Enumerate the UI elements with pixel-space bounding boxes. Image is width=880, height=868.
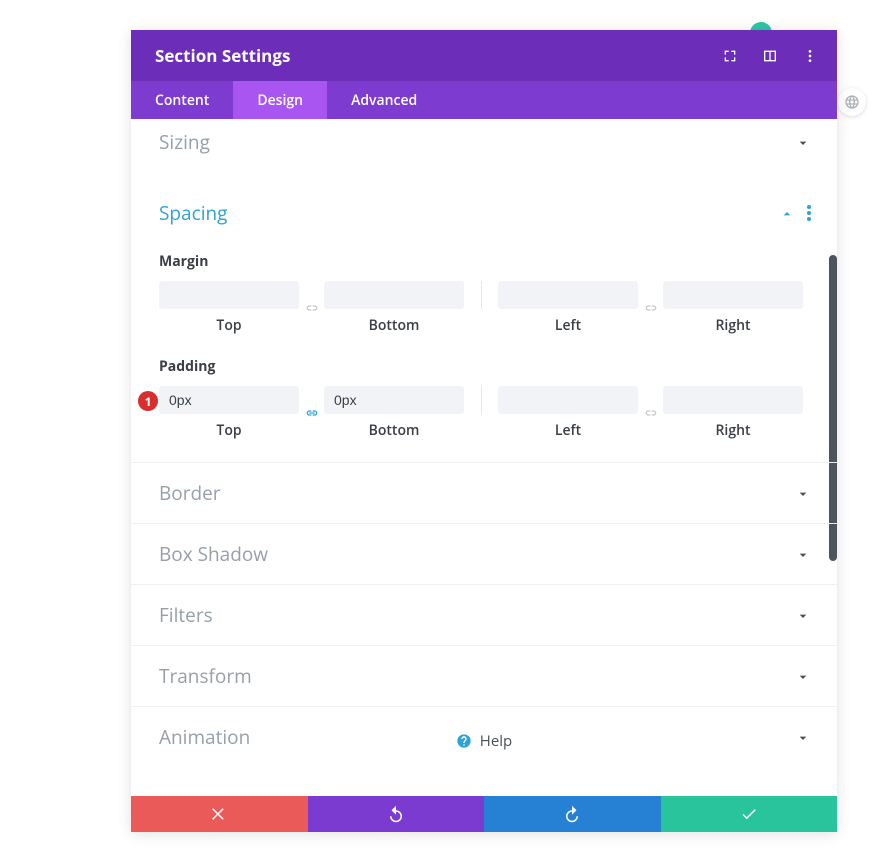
globe-icon[interactable] (838, 88, 866, 116)
margin-row: Top Bottom (159, 281, 809, 335)
modal-header: Section Settings (131, 30, 837, 81)
chevron-down-icon (795, 668, 811, 684)
margin-bottom-input[interactable] (324, 281, 464, 309)
tab-content[interactable]: Content (131, 81, 233, 119)
modal-title: Section Settings (155, 44, 721, 67)
section-toggle-border[interactable]: Border (131, 463, 837, 523)
section-title-border: Border (159, 480, 795, 506)
section-title-box-shadow: Box Shadow (159, 541, 795, 567)
expand-icon[interactable] (721, 47, 739, 65)
columns-icon[interactable] (761, 47, 779, 65)
padding-right-input[interactable] (663, 386, 803, 414)
section-settings-modal: Section Settings Content Design Advanced (131, 30, 837, 832)
modal-footer (131, 796, 837, 832)
save-button[interactable] (661, 796, 838, 832)
redo-icon (563, 805, 581, 823)
tabs-bar: Content Design Advanced (131, 81, 837, 119)
margin-right-label: Right (715, 316, 750, 335)
link-icon[interactable] (638, 294, 663, 322)
section-toggle-transform[interactable]: Transform (131, 646, 837, 706)
section-title-filters: Filters (159, 602, 795, 628)
padding-lr-pair: Left Right (498, 386, 803, 440)
vertical-divider (481, 281, 482, 309)
section-toggle-spacing[interactable]: Spacing (131, 172, 837, 230)
padding-bottom-input[interactable] (324, 386, 464, 414)
section-title-sizing: Sizing (159, 129, 795, 155)
margin-label: Margin (159, 252, 809, 271)
undo-icon (387, 805, 405, 823)
cancel-button[interactable] (131, 796, 308, 832)
annotation-badge-1: 1 (138, 391, 158, 411)
margin-top-input[interactable] (159, 281, 299, 309)
margin-bottom-label: Bottom (369, 316, 420, 335)
chevron-down-icon (795, 485, 811, 501)
section-toggle-box-shadow[interactable]: Box Shadow (131, 524, 837, 584)
padding-right-label: Right (715, 421, 750, 440)
header-icons (721, 47, 819, 65)
padding-top-input[interactable] (159, 386, 299, 414)
chevron-down-icon (795, 607, 811, 623)
chevron-up-icon (779, 205, 795, 221)
check-icon (740, 805, 758, 823)
design-panel-list: Sizing Spacing Margin Top (131, 119, 837, 796)
link-icon[interactable] (299, 399, 324, 427)
redo-button[interactable] (484, 796, 661, 832)
link-icon[interactable] (299, 294, 324, 322)
help-icon (456, 733, 472, 749)
help-link[interactable]: Help (131, 731, 837, 751)
undo-button[interactable] (308, 796, 485, 832)
modal-container: Section Settings Content Design Advanced (0, 0, 880, 868)
margin-top-label: Top (216, 316, 241, 335)
margin-left-input[interactable] (498, 281, 638, 309)
margin-tb-pair: Top Bottom (159, 281, 464, 335)
padding-label: Padding (159, 357, 809, 376)
chevron-down-icon (795, 134, 811, 150)
link-icon[interactable] (638, 399, 663, 427)
margin-right-input[interactable] (663, 281, 803, 309)
padding-top-label: Top (216, 421, 241, 440)
padding-left-input[interactable] (498, 386, 638, 414)
settings-body: Sizing Spacing Margin Top (131, 119, 837, 796)
padding-row: 1 Top Bottom (159, 386, 809, 440)
help-label: Help (480, 731, 512, 751)
section-title-spacing: Spacing (159, 200, 779, 226)
kebab-menu-icon[interactable] (801, 47, 819, 65)
section-toggle-sizing[interactable]: Sizing (131, 119, 837, 172)
section-kebab-icon[interactable] (807, 205, 811, 221)
spacing-controls: Margin Top Bottom (131, 252, 837, 462)
margin-lr-pair: Left Right (498, 281, 803, 335)
padding-bottom-label: Bottom (369, 421, 420, 440)
tab-advanced[interactable]: Advanced (327, 81, 441, 119)
padding-left-label: Left (555, 421, 581, 440)
chevron-down-icon (795, 546, 811, 562)
section-title-transform: Transform (159, 663, 795, 689)
section-toggle-filters[interactable]: Filters (131, 585, 837, 645)
vertical-divider (481, 386, 482, 414)
tab-design[interactable]: Design (233, 81, 327, 119)
padding-tb-pair: Top Bottom (159, 386, 464, 440)
close-icon (210, 805, 228, 823)
margin-left-label: Left (555, 316, 581, 335)
